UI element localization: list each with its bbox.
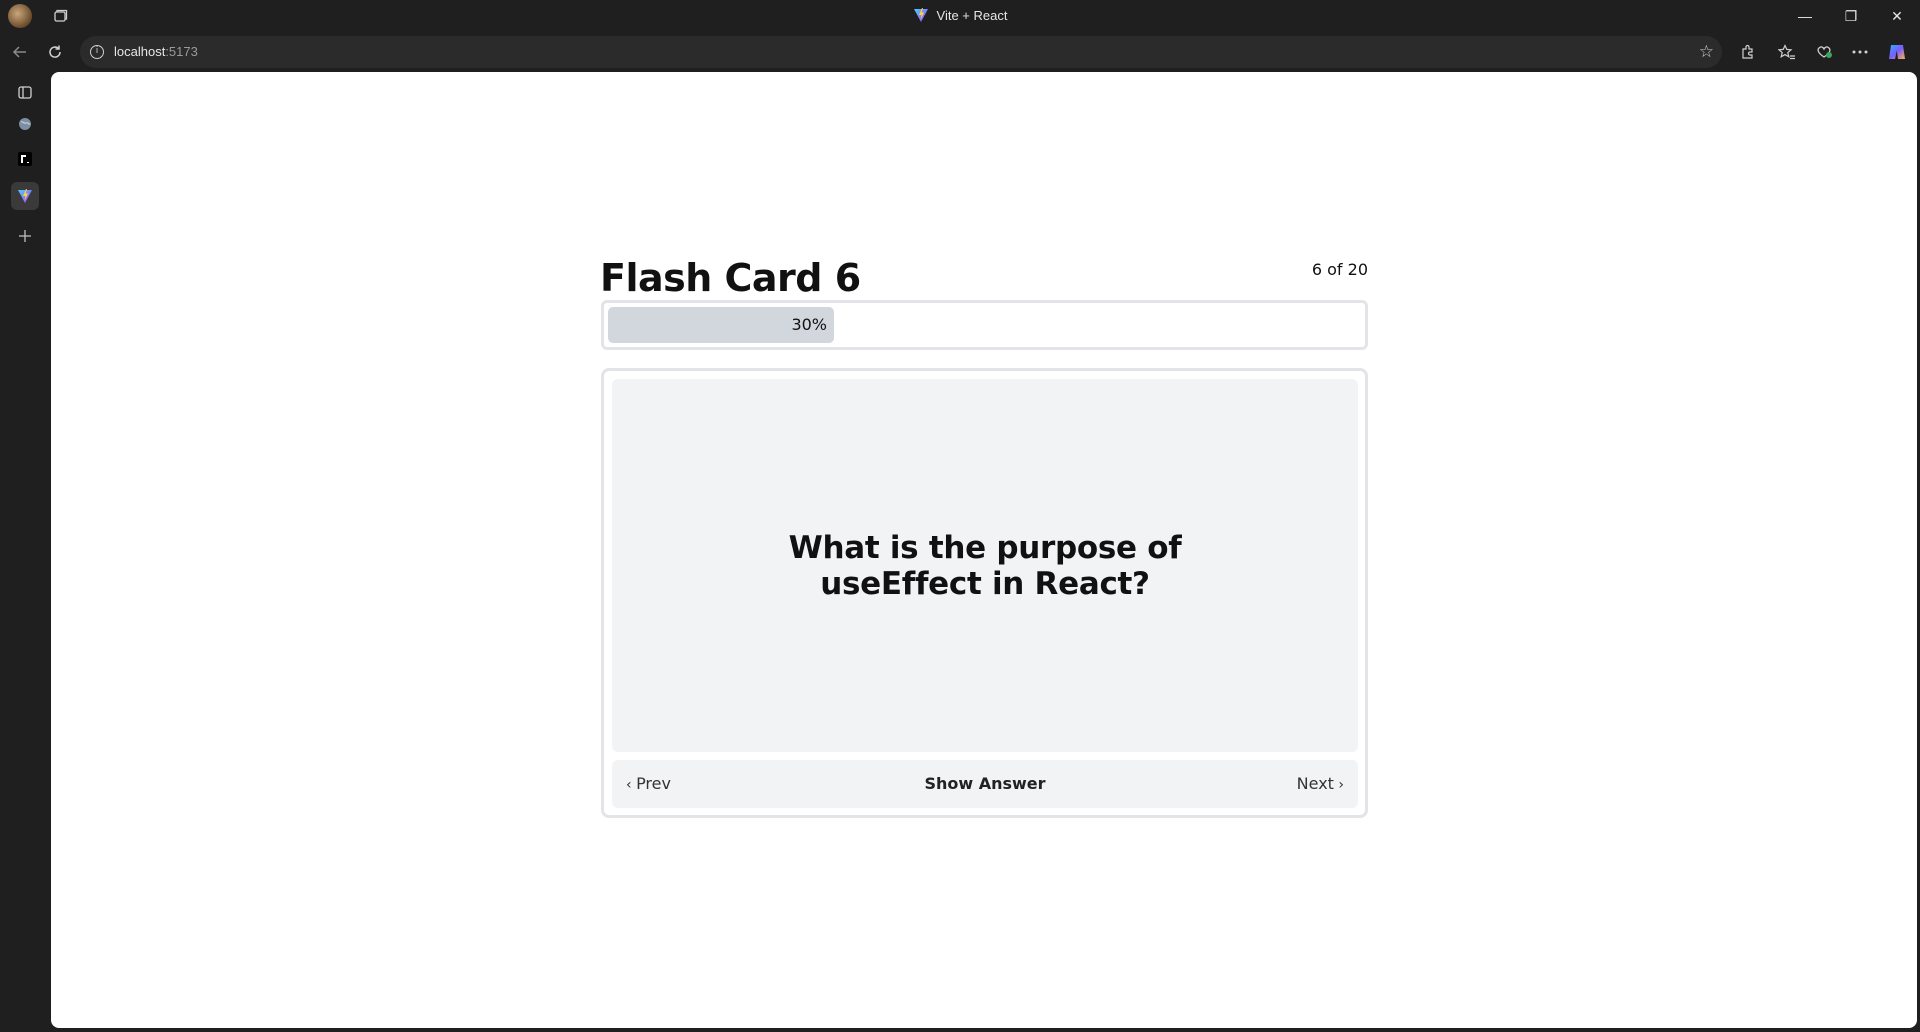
restore-button[interactable]: ❐: [1828, 0, 1874, 32]
show-answer-button[interactable]: Show Answer: [612, 760, 1358, 808]
window-title-text: Vite + React: [936, 8, 1008, 23]
tab-icon-r[interactable]: [11, 145, 39, 173]
vertical-tab-strip: [0, 72, 51, 1032]
minimize-button[interactable]: —: [1782, 0, 1828, 32]
tab-icon-vite[interactable]: [11, 182, 39, 210]
title-bar: Vite + React — ❐ ✕: [0, 0, 1920, 32]
new-tab-icon[interactable]: [11, 222, 39, 250]
card-controls: Show Answer ‹ Prev Next ›: [612, 760, 1358, 808]
back-button[interactable]: [6, 38, 34, 66]
refresh-icon: [49, 45, 61, 58]
next-label: Next: [1296, 774, 1334, 793]
prev-label: Prev: [636, 774, 671, 793]
question-panel[interactable]: What is the purpose of useEffect in Reac…: [612, 379, 1358, 752]
address-bar[interactable]: i localhost:5173 ☆: [80, 36, 1722, 68]
more-icon[interactable]: [1848, 40, 1872, 64]
minimize-icon: —: [1798, 8, 1812, 24]
back-icon: [12, 46, 26, 58]
chevron-left-icon: ‹: [626, 777, 637, 793]
show-answer-label: Show Answer: [924, 774, 1046, 793]
progress-label: 30%: [791, 315, 827, 334]
extensions-icon[interactable]: [1736, 40, 1760, 64]
url-port: :5173: [165, 44, 198, 59]
progress-bar: 30%: [601, 300, 1368, 350]
page-viewport: Flash Card 6 6 of 20 30% What is the pur…: [51, 72, 1917, 1028]
chevron-right-icon: ›: [1333, 777, 1344, 793]
workspaces-icon[interactable]: [11, 78, 39, 106]
navigation-bar: i localhost:5173 ☆: [0, 32, 1920, 72]
card-counter: 6 of 20: [1311, 260, 1368, 279]
window-title: Vite + React: [0, 0, 1920, 32]
favorite-star-icon[interactable]: ☆: [1699, 42, 1714, 62]
close-button[interactable]: ✕: [1874, 0, 1920, 32]
prev-button[interactable]: ‹ Prev: [626, 760, 671, 809]
tab-icon-globe[interactable]: [11, 110, 39, 138]
refresh-button[interactable]: [41, 38, 69, 66]
vite-logo-icon: [913, 8, 928, 22]
close-icon: ✕: [1891, 7, 1903, 24]
site-info-icon[interactable]: i: [90, 45, 104, 59]
url-text[interactable]: localhost:5173: [114, 36, 198, 68]
copilot-icon[interactable]: [1885, 40, 1909, 64]
favorites-icon[interactable]: [1775, 40, 1799, 64]
browser-essentials-icon[interactable]: [1812, 40, 1836, 64]
url-host: localhost: [114, 44, 166, 59]
flashcard: What is the purpose of useEffect in Reac…: [601, 368, 1368, 818]
next-button[interactable]: Next ›: [1297, 760, 1344, 809]
card-title: Flash Card 6: [600, 256, 861, 300]
question-text: What is the purpose of useEffect in Reac…: [788, 529, 1182, 602]
progress-fill: 30%: [608, 307, 834, 343]
restore-icon: ❐: [1844, 7, 1858, 24]
